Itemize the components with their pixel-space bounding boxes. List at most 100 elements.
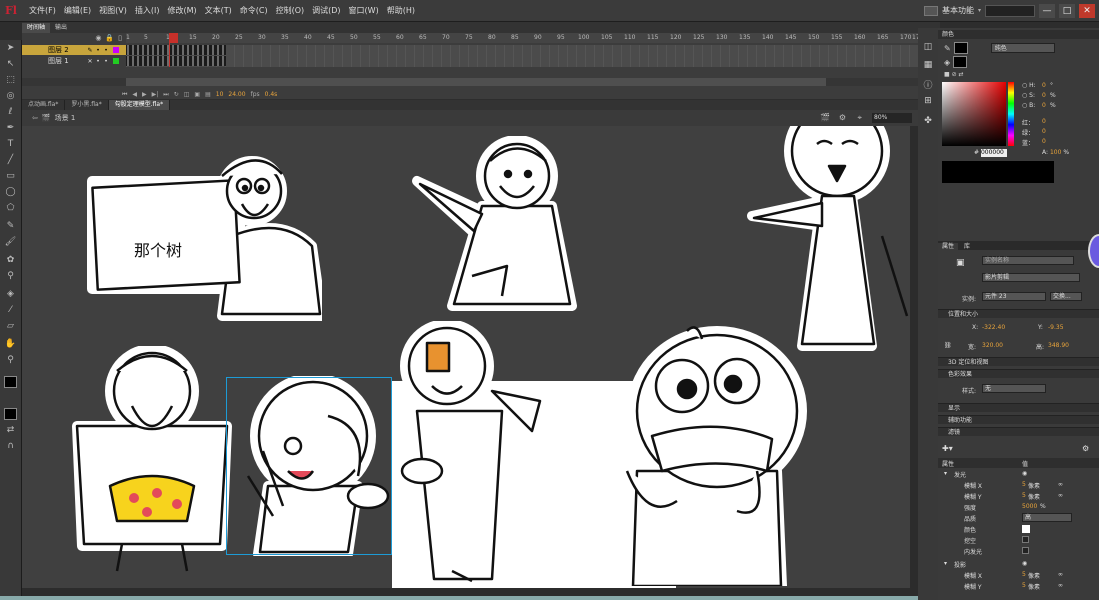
filter-options-icon[interactable]: ⚙	[1082, 444, 1089, 453]
quality-select[interactable]: 高	[1022, 513, 1072, 522]
doc-tab[interactable]: 罗小黑.fla*	[65, 100, 109, 110]
fill-swatch[interactable]	[953, 56, 968, 68]
knockout-checkbox[interactable]	[1022, 536, 1029, 543]
expand-icon[interactable]: ▾	[944, 560, 947, 567]
old-man-shrug-sticker[interactable]	[412, 136, 582, 311]
paint-bucket-icon[interactable]: ◈	[4, 288, 17, 300]
hue-value[interactable]: 0	[1042, 82, 1046, 89]
green-value[interactable]: 0	[1042, 128, 1046, 135]
search-input[interactable]	[985, 4, 1035, 17]
width-value[interactable]: 320.00	[982, 342, 1003, 349]
section-3d[interactable]: 3D 定位和视图	[938, 357, 1099, 366]
next-frame-icon[interactable]: ▶|	[152, 91, 159, 98]
doc-tab[interactable]: 勾股定理模型.fla*	[108, 100, 171, 110]
sat-radio-icon[interactable]: ○ S:	[1022, 92, 1035, 99]
hue-slider[interactable]	[1008, 82, 1014, 146]
red-value[interactable]: 0	[1042, 118, 1046, 125]
bright-value[interactable]: 0	[1042, 102, 1046, 109]
link-icon[interactable]: ∞	[1058, 571, 1063, 578]
instance-name-input[interactable]: 实例名称	[982, 256, 1074, 265]
eye-icon[interactable]: ◉	[1022, 560, 1027, 567]
prev-frame-icon[interactable]: ◀	[132, 91, 137, 98]
glow-color-swatch[interactable]	[1022, 525, 1030, 533]
selection-box[interactable]	[226, 377, 392, 555]
filter-value[interactable]: 5000	[1022, 503, 1037, 510]
close-button[interactable]: ✕	[1079, 3, 1095, 18]
fill-color-icon[interactable]	[4, 408, 17, 420]
workspace-switch-icon[interactable]	[923, 5, 938, 16]
center-stage-icon[interactable]: ⌖	[857, 113, 862, 123]
eye-icon[interactable]: ◉	[95, 34, 101, 42]
layer-row[interactable]: 图层 2 ✎ • •	[22, 45, 126, 55]
old-man-with-sign-sticker[interactable]: 那个树	[82, 146, 322, 321]
symbol-type-select[interactable]: 影片剪辑	[982, 273, 1080, 282]
color-panel-icon[interactable]: ◫	[922, 42, 934, 54]
polystar-tool-icon[interactable]: ⬠	[4, 202, 17, 214]
edit-symbol-icon[interactable]: ⚙	[839, 113, 846, 122]
subselection-tool-icon[interactable]: ↖	[4, 58, 17, 70]
eyedropper-icon[interactable]: ⁄	[4, 304, 17, 316]
frame-ruler[interactable]: 1 5 10 15 20 25 30 35 40 45 50 55 60 65 …	[126, 33, 920, 43]
menu-file[interactable]: 文件(F)	[25, 5, 60, 16]
hue-radio-icon[interactable]: ○ H:	[1022, 82, 1036, 89]
section-accessibility[interactable]: 辅助功能	[938, 415, 1099, 424]
scared-stick-man-sticker[interactable]	[607, 321, 807, 586]
add-filter-icon[interactable]: ✚▾	[942, 444, 953, 453]
sat-value[interactable]: 0	[1042, 92, 1046, 99]
deco-tool-icon[interactable]: ✿	[4, 254, 17, 266]
menu-text[interactable]: 文本(T)	[201, 5, 236, 16]
zoom-tool-icon[interactable]: ⚲	[4, 354, 17, 366]
bright-radio-icon[interactable]: ○ B:	[1022, 102, 1035, 109]
y-value[interactable]: -9.35	[1048, 324, 1064, 331]
menu-view[interactable]: 视图(V)	[95, 5, 131, 16]
menu-edit[interactable]: 编辑(E)	[60, 5, 95, 16]
first-frame-icon[interactable]: ⏮	[122, 91, 127, 99]
filter-value[interactable]: 5	[1022, 571, 1026, 578]
scroll-thumb[interactable]	[126, 78, 826, 86]
menu-control[interactable]: 控制(O)	[272, 5, 309, 16]
section-position-size[interactable]: 位置和大小	[938, 309, 1099, 318]
rectangle-tool-icon[interactable]: ▭	[4, 170, 17, 182]
doc-tab[interactable]: 点动画.fla*	[22, 100, 66, 110]
edit-scene-icon[interactable]: 🎬	[820, 113, 830, 122]
timeline-scrollbar[interactable]	[22, 78, 918, 86]
stage-vertical-scrollbar[interactable]	[910, 126, 918, 588]
blue-value[interactable]: 0	[1042, 138, 1046, 145]
zoom-select[interactable]: 80%	[872, 113, 912, 123]
playhead[interactable]	[169, 33, 178, 43]
default-colors-icon[interactable]: ■ ⊘ ⇄	[944, 71, 964, 78]
menu-help[interactable]: 帮助(H)	[383, 5, 419, 16]
x-value[interactable]: -322.40	[982, 324, 1005, 331]
zombie-man-sticker[interactable]	[392, 321, 562, 586]
link-icon[interactable]: ∞	[1058, 481, 1063, 488]
tab-properties[interactable]: 属性	[938, 243, 959, 250]
selection-tool-icon[interactable]: ➤	[4, 42, 17, 54]
info-panel-icon[interactable]: ⓘ	[922, 78, 934, 91]
stroke-swatch[interactable]	[953, 42, 968, 54]
lasso-tool-icon[interactable]: ℓ	[4, 106, 17, 118]
alpha-value[interactable]: 100	[1050, 149, 1061, 156]
pen-tool-icon[interactable]: ✒	[4, 122, 17, 134]
section-filters[interactable]: 滤镜	[938, 427, 1099, 436]
tab-output[interactable]: 输出	[50, 23, 72, 33]
link-icon[interactable]: ⛓	[944, 342, 952, 349]
maximize-button[interactable]: □	[1059, 3, 1075, 18]
3d-rotation-icon[interactable]: ◎	[4, 90, 17, 102]
tab-timeline[interactable]: 时间轴	[22, 23, 51, 33]
filter-value[interactable]: 5	[1022, 481, 1026, 488]
link-icon[interactable]: ∞	[1058, 582, 1063, 589]
height-value[interactable]: 348.90	[1048, 342, 1069, 349]
color-spectrum[interactable]	[942, 82, 1006, 146]
loop-icon[interactable]: ↻	[174, 91, 179, 98]
keyframe-strip[interactable]	[126, 56, 226, 66]
free-transform-icon[interactable]: ⬚	[4, 74, 17, 86]
onion-skin-icon[interactable]: ◫	[184, 91, 190, 98]
swap-colors-icon[interactable]: ⇄	[4, 424, 17, 436]
eraser-tool-icon[interactable]: ▱	[4, 320, 17, 332]
color-type-select[interactable]: 纯色	[990, 43, 1055, 53]
link-icon[interactable]: ∞	[1058, 492, 1063, 499]
keyframe-strip[interactable]	[126, 45, 226, 55]
pencil-tool-icon[interactable]: ✎	[4, 220, 17, 232]
old-man-shorts-sticker[interactable]	[62, 346, 242, 576]
stage-horizontal-scrollbar[interactable]	[22, 588, 918, 596]
